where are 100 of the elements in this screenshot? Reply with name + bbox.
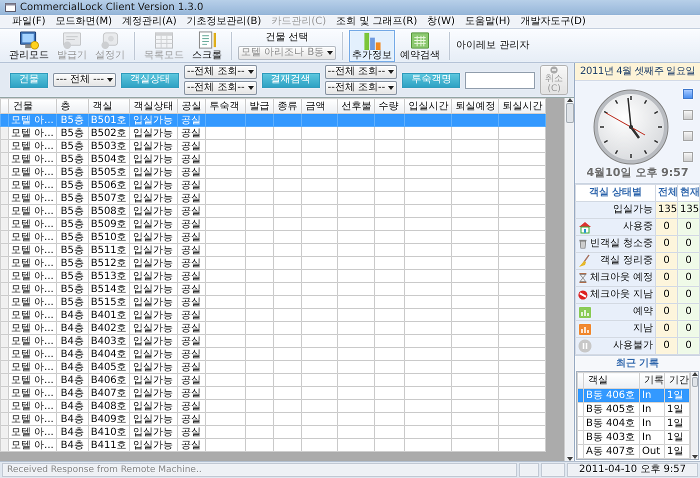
table-cell: B508호 (88, 204, 130, 218)
table-row[interactable]: B동 405호 In 1일 (578, 402, 690, 416)
table-row[interactable]: 모텔 아... B4층 B411호 입실가능 공실 (0, 438, 546, 452)
menu-item[interactable]: 모드화면(M) (52, 16, 116, 28)
table-cell: In (640, 402, 664, 416)
caret-icon (248, 86, 254, 90)
user-label: 아이레보 관리자 (456, 40, 530, 52)
dropdown[interactable]: --- 전체 --- (53, 73, 116, 87)
column-header[interactable]: 기간 (664, 372, 690, 388)
column-header[interactable]: 건물 (8, 98, 56, 114)
view-button[interactable] (683, 152, 693, 162)
table-cell: B4층 (56, 412, 88, 426)
column-header[interactable]: 객실 (88, 98, 130, 114)
status-label: 예약 (633, 306, 653, 318)
table-row[interactable]: B동 404호 In 1일 (578, 416, 690, 430)
dropdown[interactable]: --전체 조회-- (324, 65, 398, 79)
text-field[interactable] (465, 72, 536, 88)
table-row[interactable]: 모텔 아... B5층 B510호 입실가능 공실 (0, 230, 546, 244)
column-header[interactable]: 발급 (245, 98, 274, 114)
table-cell: B506호 (88, 178, 130, 192)
table-row[interactable]: 모텔 아... B4층 B402호 입실가능 공실 (0, 322, 546, 334)
table-row[interactable]: 모텔 아... B5층 B513호 입실가능 공실 (0, 270, 546, 282)
menu-item[interactable]: 창(W) (423, 16, 459, 28)
column-header[interactable]: 객실상태 (129, 98, 178, 114)
table-cell: B4층 (56, 438, 88, 452)
table-cell: B5층 (56, 230, 88, 244)
column-header[interactable]: 입실시간 (404, 98, 452, 114)
column-header[interactable]: 투숙객 (205, 98, 246, 114)
table-cell: B4층 (56, 386, 88, 400)
dropdown[interactable]: --전체 조회-- (324, 81, 398, 95)
table-row[interactable]: 모텔 아... B4층 B404호 입실가능 공실 (0, 348, 546, 360)
table-cell: B4층 (56, 308, 88, 322)
table-cell: 입실가능 (129, 256, 178, 270)
table-row[interactable]: 모텔 아... B5층 B504호 입실가능 공실 (0, 152, 546, 166)
toolbar-button[interactable]: 관리모드 (6, 30, 52, 62)
table-cell: 135 (678, 202, 700, 218)
column-header[interactable]: 객실 (584, 372, 640, 388)
menu-item[interactable]: 파일(F) (8, 16, 50, 28)
table-row[interactable]: B동 403호 In 1일 (578, 430, 690, 444)
table-row[interactable]: 모텔 아... B4층 B408호 입실가능 공실 (0, 400, 546, 412)
table-cell: B511호 (88, 244, 130, 256)
table-row[interactable]: 모텔 아... B5층 B514호 입실가능 공실 (0, 282, 546, 296)
column-header[interactable]: 기록 (640, 372, 664, 388)
column-header[interactable]: 공실 (177, 98, 206, 114)
column-header[interactable]: 수량 (374, 98, 404, 114)
table-row[interactable]: 모텔 아... B4층 B407호 입실가능 공실 (0, 386, 546, 400)
column-header[interactable]: 퇴실시간 (498, 98, 546, 114)
table-row[interactable]: 모텔 아... B5층 B515호 입실가능 공실 (0, 296, 546, 308)
table-row[interactable]: 모텔 아... B5층 B512호 입실가능 공실 (0, 256, 546, 270)
table-row[interactable]: 모텔 아... B4층 B403호 입실가능 공실 (0, 334, 546, 348)
menu-item[interactable]: 개발자도구(D) (516, 16, 590, 28)
column-header[interactable]: 퇴실예정 (451, 98, 498, 114)
view-button[interactable] (683, 110, 693, 120)
column-header[interactable]: 금액 (301, 98, 338, 114)
table-cell: In (640, 416, 664, 430)
toolbar-button[interactable]: 스크롤 (189, 30, 225, 62)
table-cell: 공실 (177, 400, 206, 412)
table-row[interactable]: 모텔 아... B4층 B401호 입실가능 공실 (0, 308, 546, 322)
view-button[interactable] (683, 89, 693, 99)
table-cell: 0 (678, 286, 700, 304)
table-cell: B4층 (56, 400, 88, 412)
table-cell: B동 406호 (584, 388, 640, 402)
table-row[interactable]: 모텔 아... B4층 B405호 입실가능 공실 (0, 360, 546, 374)
toolbar-button[interactable]: 추가정보 (349, 30, 396, 62)
table-row[interactable]: 모텔 아... B5층 B508호 입실가능 공실 (0, 204, 546, 218)
table-cell: A동 407호 (584, 444, 640, 458)
toolbar-button[interactable]: 예약검색 (397, 30, 444, 62)
scrollbar-thumb[interactable] (566, 103, 574, 123)
vertical-scrollbar[interactable] (690, 372, 698, 459)
table-row[interactable]: 모텔 아... B5층 B503호 입실가능 공실 (0, 140, 546, 152)
document-icon (196, 30, 218, 50)
table-row[interactable]: 모텔 아... B5층 B509호 입실가능 공실 (0, 218, 546, 230)
table-row[interactable]: A동 407호 Out 1일 (578, 444, 690, 458)
vertical-scrollbar[interactable] (564, 98, 574, 461)
table-cell: B5층 (56, 126, 88, 140)
column-header[interactable]: 종류 (273, 98, 302, 114)
table-row[interactable]: 모텔 아... B5층 B511호 입실가능 공실 (0, 244, 546, 256)
table-cell: 공실 (177, 348, 206, 360)
menu-item[interactable]: 기초정보관리(B) (182, 16, 266, 28)
menu-item[interactable]: 계정관리(A) (118, 16, 181, 28)
column-header[interactable]: 선후불 (337, 98, 374, 114)
table-cell: 모텔 아... (8, 308, 56, 322)
scrollbar-thumb[interactable] (692, 377, 698, 387)
table-row[interactable]: 모텔 아... B5층 B502호 입실가능 공실 (0, 126, 546, 140)
menu-item[interactable]: 도움말(H) (460, 16, 514, 28)
table-cell: B501호 (88, 114, 130, 126)
table-cell: 모텔 아... (8, 282, 56, 296)
table-row[interactable]: 모텔 아... B4층 B410호 입실가능 공실 (0, 426, 546, 438)
dropdown[interactable]: --전체 조회-- (184, 81, 257, 95)
column-header[interactable]: 층 (56, 98, 88, 114)
table-row[interactable]: 모텔 아... B4층 B406호 입실가능 공실 (0, 374, 546, 386)
table-row[interactable]: 모텔 아... B5층 B505호 입실가능 공실 (0, 166, 546, 178)
dropdown[interactable]: --전체 조회-- (184, 65, 257, 79)
table-cell: 0 (678, 236, 700, 252)
table-cell: 0 (656, 320, 678, 338)
menu-item[interactable]: 조회 및 그래프(R) (332, 16, 422, 28)
table-row[interactable]: 모텔 아... B5층 B507호 입실가능 공실 (0, 192, 546, 204)
view-button[interactable] (683, 131, 693, 141)
table-row[interactable]: 모텔 아... B4층 B409호 입실가능 공실 (0, 412, 546, 426)
table-row[interactable]: 모텔 아... B5층 B506호 입실가능 공실 (0, 178, 546, 192)
